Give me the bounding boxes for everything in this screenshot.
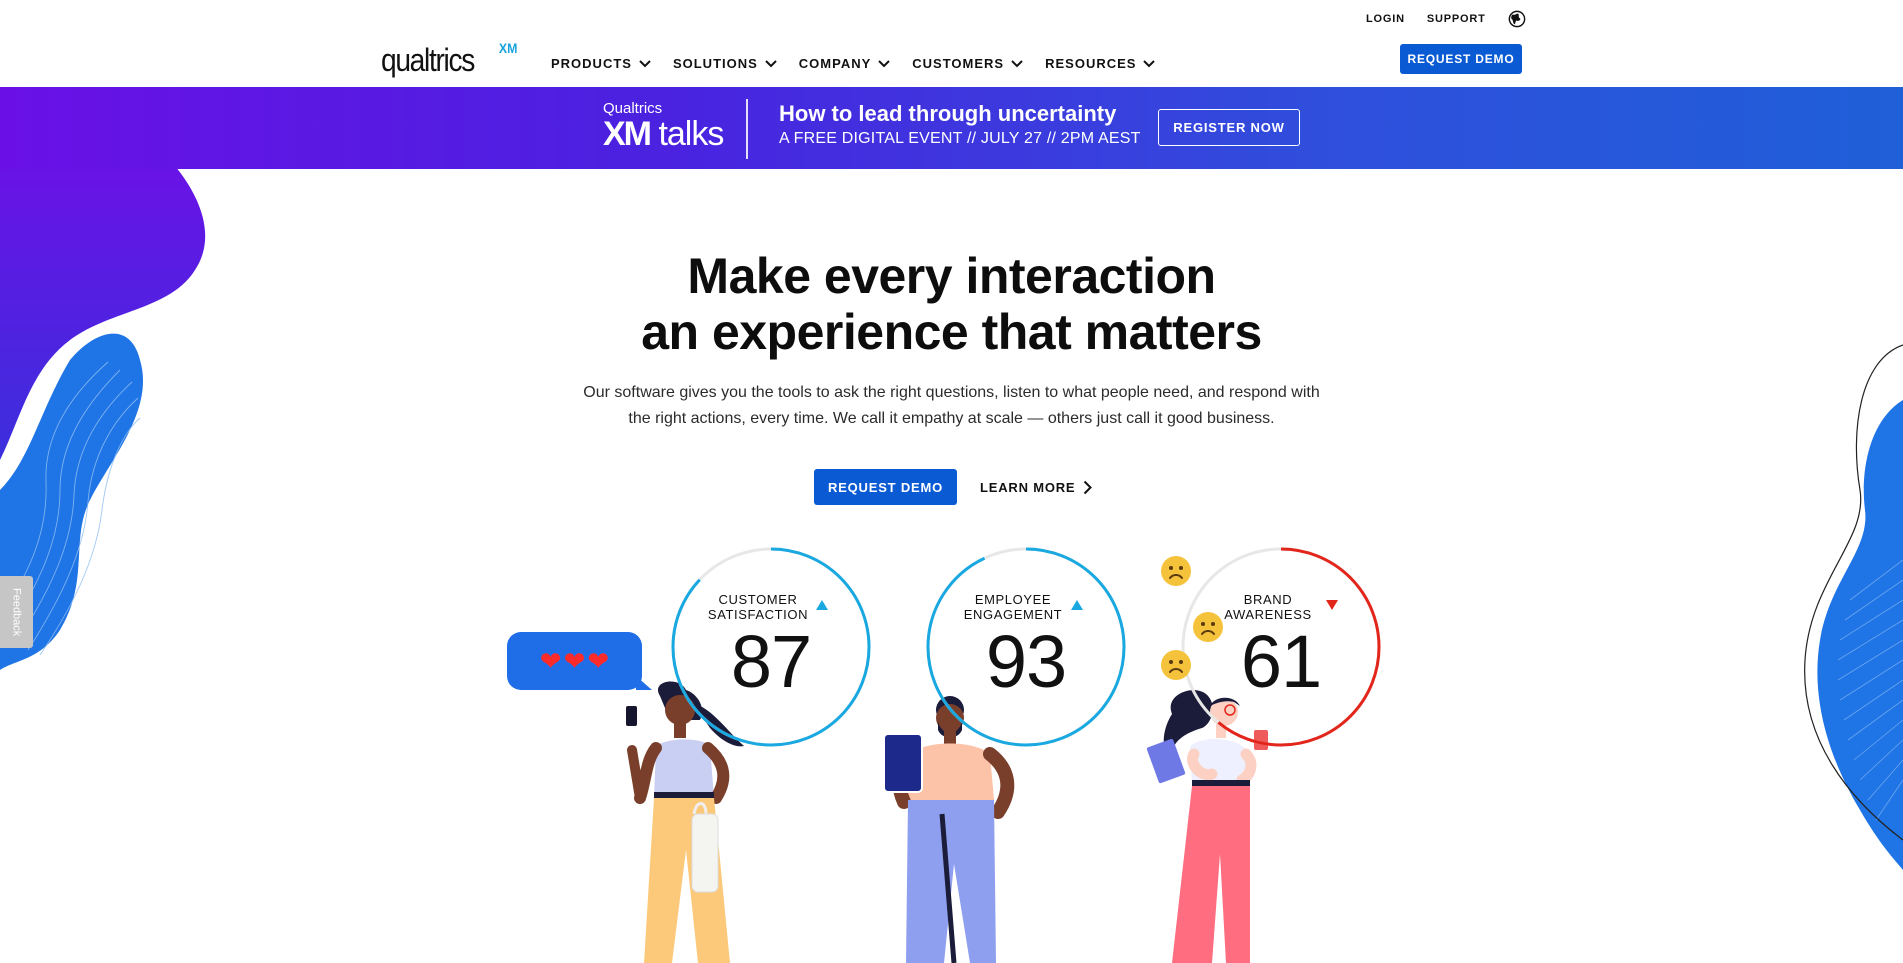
sad-face-icon — [1161, 650, 1191, 680]
site-header: qualtrics XM LOGIN SUPPORT PRODUCTS SOLUT… — [0, 0, 1903, 87]
nav-resources[interactable]: RESOURCES — [1045, 56, 1156, 71]
heart-icon: ❤ — [587, 646, 610, 676]
logo-wordmark: qualtrics — [381, 42, 475, 78]
xm-talks-brand: Qualtrics — [603, 100, 663, 117]
chevron-down-icon — [878, 59, 890, 67]
banner-headline: How to lead through uncertainty — [779, 101, 1117, 126]
right-decorative-blob — [1804, 344, 1903, 870]
chevron-down-icon — [639, 59, 651, 67]
request-demo-hero-button[interactable]: REQUEST DEMO — [814, 469, 957, 505]
nav-label: CUSTOMERS — [912, 56, 1005, 71]
main-nav: PRODUCTS SOLUTIONS COMPANY CUSTOMERS RES… — [551, 56, 1156, 71]
nav-label: PRODUCTS — [551, 56, 632, 71]
nav-solutions[interactable]: SOLUTIONS — [673, 56, 777, 71]
chevron-down-icon — [1011, 59, 1023, 67]
nav-customers[interactable]: CUSTOMERS — [912, 56, 1023, 71]
bubble-tail — [636, 676, 652, 690]
qualtrics-logo[interactable]: qualtrics XM — [381, 41, 517, 78]
heart-icon: ❤ — [563, 646, 586, 676]
xm-talks-talks: talks — [658, 115, 724, 153]
learn-more-link[interactable]: LEARN MORE — [980, 469, 1093, 505]
feedback-tab[interactable]: Feedback — [0, 576, 33, 648]
chevron-down-icon — [765, 59, 777, 67]
learn-more-label: LEARN MORE — [980, 479, 1076, 495]
sad-face-icon — [1161, 556, 1191, 586]
metric-value: 93 — [985, 620, 1067, 703]
heart-icon: ❤ — [539, 646, 562, 676]
employee-engagement-metric: EMPLOYEE ENGAGEMENT 93 — [925, 546, 1127, 748]
chevron-right-icon — [1084, 480, 1093, 494]
hearts-chat-bubble: ❤ ❤ ❤ — [507, 632, 652, 690]
left-decorative-blob — [0, 160, 206, 670]
triangle-up-icon — [1071, 600, 1083, 610]
sad-face-icon — [1193, 612, 1223, 642]
login-link[interactable]: LOGIN — [1366, 13, 1405, 25]
chevron-down-icon — [1143, 59, 1156, 67]
metric-value: 87 — [730, 620, 812, 703]
customer-satisfaction-metric: CUSTOMER SATISFACTION 87 — [670, 546, 872, 748]
banner-subline: A FREE DIGITAL EVENT // JULY 27 // 2PM A… — [779, 130, 1141, 147]
banner-divider — [746, 99, 748, 159]
hero-title-line-2: an experience that matters — [641, 304, 1262, 360]
register-now-button[interactable]: REGISTER NOW — [1158, 109, 1300, 146]
logo-xm-mark: XM — [498, 40, 518, 56]
xm-talks-xm: XM — [603, 115, 652, 153]
brand-awareness-metric: BRAND AWARENESS 61 — [1180, 546, 1382, 748]
support-link[interactable]: SUPPORT — [1427, 13, 1486, 25]
nav-label: COMPANY — [798, 56, 872, 71]
hero-subtitle-line-1: Our software gives you the tools to ask … — [583, 384, 1320, 401]
request-demo-header-button[interactable]: REQUEST DEMO — [1400, 44, 1522, 74]
nav-company[interactable]: COMPANY — [799, 56, 890, 71]
nav-label: RESOURCES — [1045, 56, 1137, 71]
triangle-up-icon — [816, 600, 828, 610]
hero-subtitle: Our software gives you the tools to ask … — [561, 380, 1342, 432]
xm-talks-logo[interactable]: Qualtrics XM talks — [603, 100, 724, 153]
triangle-down-icon — [1326, 600, 1338, 610]
utility-nav: LOGIN SUPPORT — [1366, 10, 1526, 28]
nav-label: SOLUTIONS — [672, 56, 758, 71]
hero-subtitle-line-2: the right actions, every time. We call i… — [628, 410, 1275, 427]
hero-title-line-1: Make every interaction — [687, 248, 1216, 304]
event-banner: Qualtrics XM talks How to lead through u… — [0, 87, 1903, 169]
hero-title: Make every interaction an experience tha… — [0, 248, 1903, 360]
globe-icon[interactable] — [1508, 10, 1526, 28]
nav-products[interactable]: PRODUCTS — [551, 56, 651, 71]
